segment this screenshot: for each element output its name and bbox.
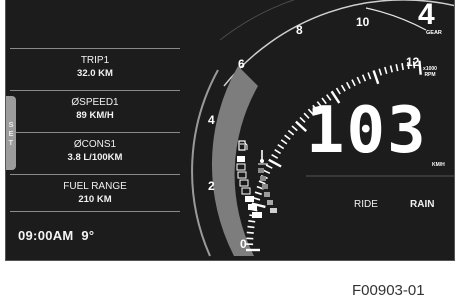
info-item-fuel-range[interactable]: FUEL RANGE 210 KM — [10, 174, 180, 212]
tach-tick — [280, 139, 288, 145]
info-item-avg-speed[interactable]: ØSPEED1 89 KM/H — [10, 90, 180, 127]
figure-caption: F00903-01 — [352, 282, 425, 299]
riding-mode-rain[interactable]: RAIN — [410, 199, 434, 210]
tach-tick — [356, 76, 361, 84]
tach-tick — [401, 62, 404, 71]
speed-readout: 103 — [306, 94, 428, 168]
tach-tick — [291, 125, 298, 132]
tach-tick — [340, 84, 346, 92]
tach-label-8: 8 — [296, 23, 303, 37]
tach-label-10: 10 — [356, 15, 370, 29]
tach-tick — [274, 149, 282, 155]
tach-tick — [284, 134, 291, 141]
set-tab-letters: SET — [8, 119, 14, 147]
tach-tick — [258, 180, 266, 185]
tach-tick — [351, 79, 356, 87]
info-label: ØCONS1 — [73, 139, 117, 150]
fuel-pump-icon — [238, 140, 248, 151]
info-label: FUEL RANGE — [63, 181, 127, 192]
ambient-temperature: 9° — [81, 228, 95, 243]
tach-tick — [246, 231, 254, 234]
tach-tick — [254, 191, 262, 196]
tach-tick — [361, 74, 367, 82]
speed-unit: KM/H — [432, 162, 445, 168]
tach-label-6: 6 — [238, 57, 245, 71]
tach-label-0: 0 — [240, 237, 247, 251]
tach-tick — [384, 66, 388, 75]
dashboard-display: 0 2 4 6 8 10 12 TRIP1 32.0 KM ØSPEED1 89… — [5, 0, 455, 261]
info-label: TRIP1 — [80, 55, 110, 66]
info-value: 3.8 L/100KM — [67, 152, 123, 163]
riding-mode-ride[interactable]: RIDE — [354, 199, 378, 210]
clock-time: 09:00AM — [18, 228, 74, 243]
thermometer-icon — [258, 150, 268, 165]
gear-indicator: 4 — [418, 0, 435, 31]
info-value: 89 KM/H — [76, 110, 114, 121]
tach-tick — [389, 65, 393, 73]
tach-tick — [372, 70, 380, 85]
info-item-avg-consumption[interactable]: ØCONS1 3.8 L/100KM — [10, 132, 180, 169]
info-panel: TRIP1 32.0 KM ØSPEED1 89 KM/H ØCONS1 3.8… — [6, 0, 232, 260]
tach-tick — [345, 81, 351, 89]
tach-tick — [253, 197, 261, 201]
tach-tick — [263, 169, 271, 175]
tach-tick — [247, 225, 255, 229]
info-value: 210 KM — [78, 194, 112, 205]
tach-tick — [367, 72, 372, 80]
tach-tick — [265, 164, 273, 169]
tach-tick — [378, 68, 383, 76]
info-value: 32.0 KM — [77, 68, 113, 79]
tach-tick — [299, 116, 306, 123]
tach-tick — [248, 220, 256, 223]
tach-tick — [271, 154, 279, 159]
tach-tick — [268, 158, 282, 168]
info-label: ØSPEED1 — [71, 97, 119, 108]
gear-label: GEAR — [426, 30, 442, 36]
set-tab[interactable]: SET — [6, 96, 16, 170]
clock-readout: 09:00AM 9° — [18, 228, 94, 243]
tach-tick — [287, 129, 295, 136]
rpm-unit-label: x1000 RPM — [417, 66, 443, 78]
tach-tick — [277, 144, 285, 150]
rpm-unit-line2: RPM — [424, 72, 436, 78]
tach-tick — [395, 64, 399, 72]
info-item-trip[interactable]: TRIP1 32.0 KM — [10, 48, 180, 85]
